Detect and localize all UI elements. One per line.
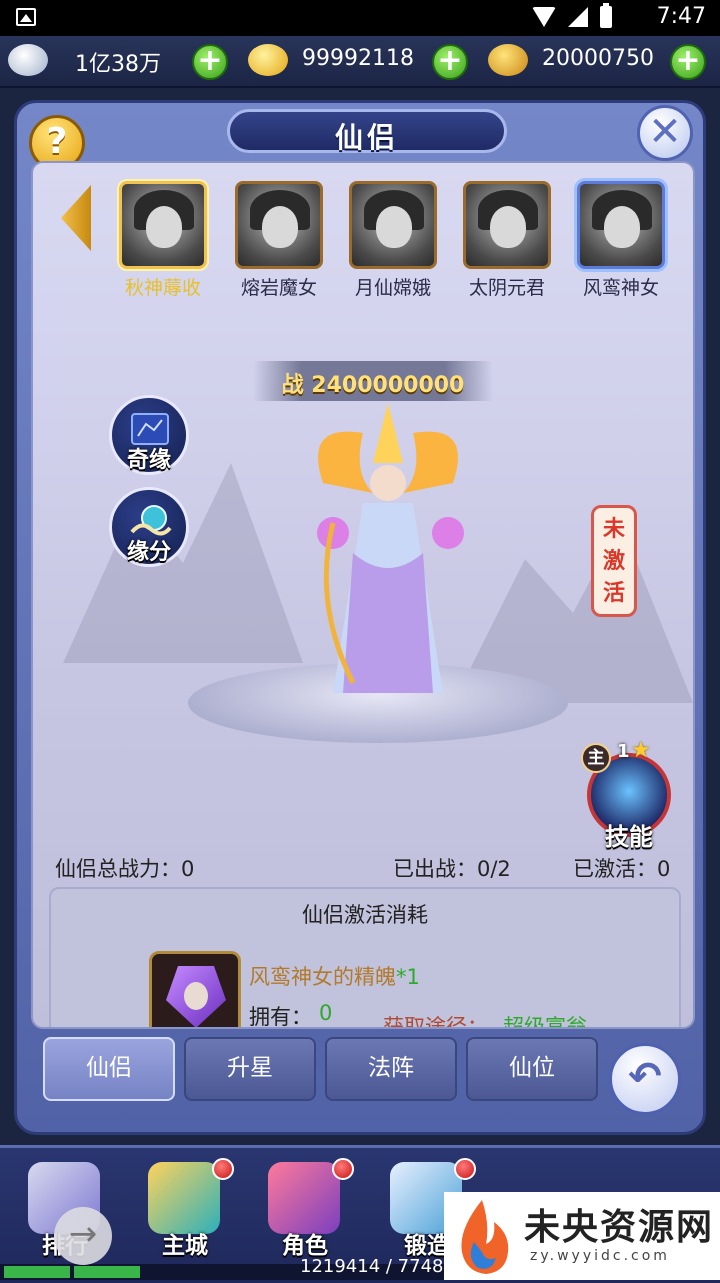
companion-portrait xyxy=(349,181,437,269)
companion-portrait xyxy=(463,181,551,269)
companion-portrait xyxy=(577,181,665,269)
companion-card[interactable]: 秋神蓐收 xyxy=(115,181,211,300)
gold-currency: 99992118 + xyxy=(248,42,478,80)
clock: 7:47 xyxy=(656,4,706,29)
silver-currency: 1亿38万 + xyxy=(8,42,238,80)
skill-level: 1 xyxy=(617,741,630,762)
signal-icon xyxy=(568,7,588,27)
watermark: 未央资源网 zy.wyyidc.com xyxy=(444,1192,720,1280)
activated-stat: 已激活：0 xyxy=(573,857,671,881)
city-gate-icon xyxy=(148,1162,220,1234)
nav-character-label: 角色 xyxy=(282,1233,328,1259)
flame-logo-icon xyxy=(461,1200,509,1274)
companion-name: 月仙嫦娥 xyxy=(354,277,431,299)
inactive-status-tag: 未激活 xyxy=(591,505,637,617)
watermark-title: 未央资源网 xyxy=(524,1207,715,1248)
companion-card[interactable]: 月仙嫦娥 xyxy=(345,181,441,300)
total-power-stat: 仙侣总战力：0 xyxy=(55,857,195,881)
source-label: 获取途径： xyxy=(383,1015,488,1029)
battery-icon xyxy=(600,3,612,28)
panel-content: 秋神蓐收 熔岩魔女 月仙嫦娥 太阴元君 风鸾神女 战 2400000000 奇缘… xyxy=(31,161,695,1029)
owned-label: 拥有： xyxy=(249,1005,312,1029)
tab-star-up[interactable]: 升星 xyxy=(184,1037,316,1101)
companion-name: 熔岩魔女 xyxy=(240,277,317,299)
yuanfen-label: 缘分 xyxy=(126,540,171,565)
wifi-icon xyxy=(532,7,556,27)
companion-portrait xyxy=(119,181,207,269)
companion-character-art xyxy=(317,403,464,693)
add-silver-button[interactable]: + xyxy=(192,44,228,80)
essence-item-name: 风鸾神女的精魄*1 xyxy=(249,965,420,989)
close-button[interactable]: ✕ xyxy=(637,105,693,161)
essence-item-icon[interactable] xyxy=(149,951,241,1027)
combat-power: 战 2400000000 xyxy=(281,373,465,398)
panel-title: 仙侣 xyxy=(334,121,399,154)
companion-name: 风鸾神女 xyxy=(582,277,659,299)
return-button[interactable]: ↶ xyxy=(609,1043,681,1115)
companion-card[interactable]: 太阴元君 xyxy=(459,181,555,300)
companion-name: 太阴元君 xyxy=(468,277,545,299)
essence-item-count: *1 xyxy=(396,965,420,989)
character-portrait-icon xyxy=(268,1162,340,1234)
tab-formation[interactable]: 法阵 xyxy=(325,1037,457,1101)
notification-dot xyxy=(212,1158,234,1180)
notification-dot xyxy=(454,1158,476,1180)
status-bar: 7:47 xyxy=(0,0,720,36)
skill-main-badge: 主 xyxy=(581,743,611,773)
nav-main-city[interactable]: 主城 xyxy=(130,1156,240,1266)
activation-cost-title: 仙侣激活消耗 xyxy=(302,903,428,927)
watermark-url: zy.wyyidc.com xyxy=(530,1248,670,1264)
combat-power-bar: 战 2400000000 xyxy=(253,361,493,401)
currency-bar: 1亿38万 + 99992118 + 20000750 + xyxy=(0,36,720,88)
nav-character[interactable]: 角色 xyxy=(250,1156,360,1266)
qiyuan-button[interactable]: 奇缘 xyxy=(109,395,189,475)
yuanfen-button[interactable]: 缘分 xyxy=(109,487,189,567)
companion-portrait xyxy=(235,181,323,269)
inactive-status-text: 未激活 xyxy=(602,517,625,606)
gallery-icon xyxy=(16,8,36,26)
activation-cost-box: 仙侣激活消耗 风鸾神女的精魄*1 拥有： 0 获取途径： 超级富翁 xyxy=(49,887,681,1029)
star-icon: ★ xyxy=(631,738,651,763)
deployed-stat: 已出战：0/2 xyxy=(393,857,511,881)
owned-value: 0 xyxy=(319,1001,333,1025)
tab-rank[interactable]: 仙位 xyxy=(466,1037,598,1101)
qiyuan-label: 奇缘 xyxy=(126,448,171,473)
add-gold-button[interactable]: + xyxy=(432,44,468,80)
companion-panel: ? 仙侣 ✕ 秋神蓐收 熔岩魔女 月仙嫦娥 太阴元君 风鸾神女 战 240000… xyxy=(14,100,706,1135)
companion-card[interactable]: 风鸾神女 xyxy=(573,181,669,300)
add-bound-gold-button[interactable]: + xyxy=(670,44,706,80)
nav-main-city-label: 主城 xyxy=(162,1233,208,1259)
bound-gold-currency: 20000750 + xyxy=(488,42,718,80)
floating-back-arrow-icon[interactable]: → xyxy=(54,1207,112,1265)
companion-selector: 秋神蓐收 熔岩魔女 月仙嫦娥 太阴元君 风鸾神女 xyxy=(61,163,683,299)
companion-card[interactable]: 熔岩魔女 xyxy=(231,181,327,300)
source-link[interactable]: 超级富翁 xyxy=(503,1011,587,1027)
companion-name: 秋神蓐收 xyxy=(124,277,201,299)
skill-label: 技能 xyxy=(605,823,653,851)
notification-dot xyxy=(332,1158,354,1180)
title-plate: 仙侣 xyxy=(227,109,507,154)
tab-companion[interactable]: 仙侣 xyxy=(43,1037,175,1101)
scroll-left-arrow-icon[interactable] xyxy=(61,185,91,251)
